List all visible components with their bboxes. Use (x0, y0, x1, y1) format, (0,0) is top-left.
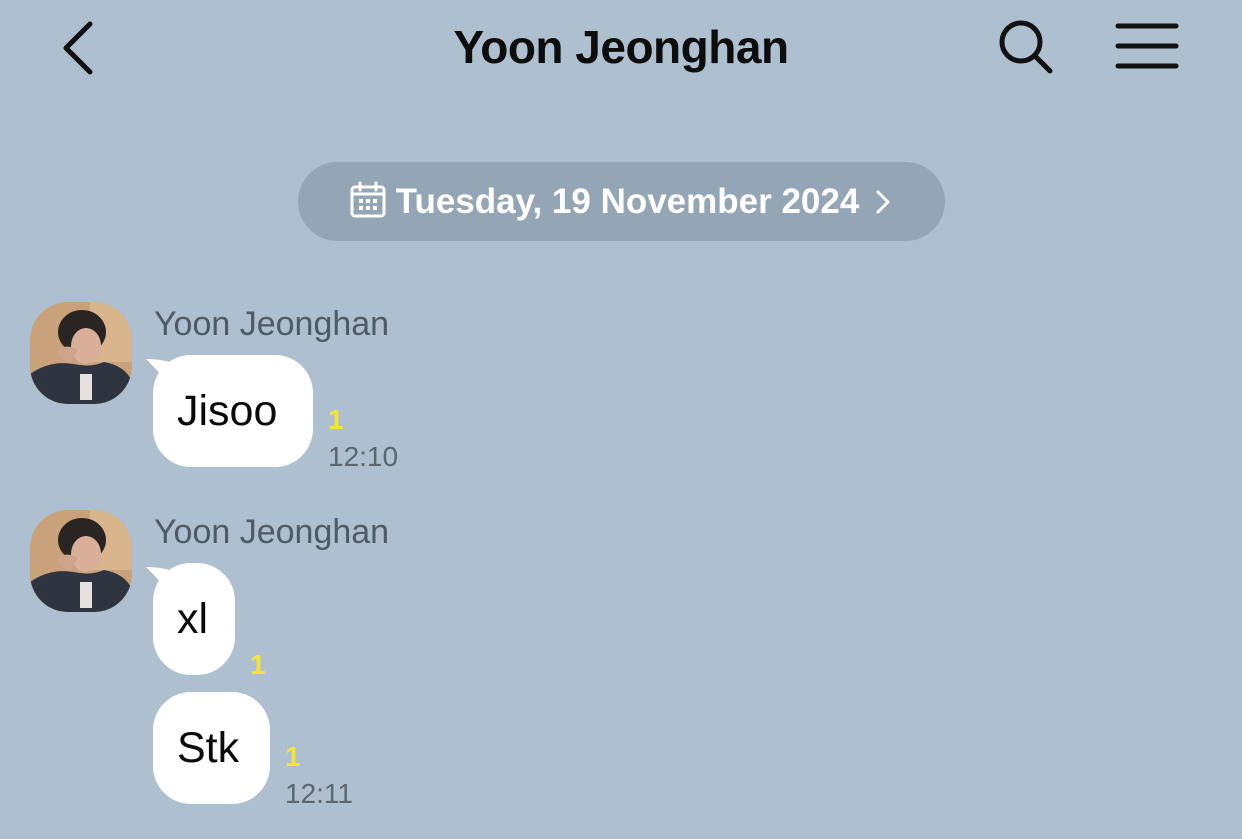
menu-button[interactable] (1114, 20, 1180, 72)
search-icon (999, 20, 1053, 74)
unread-count: 1 (250, 649, 266, 680)
profile-photo-icon (30, 510, 132, 612)
hamburger-menu-icon (1115, 23, 1179, 69)
date-divider-label: Tuesday, 19 November 2024 (395, 181, 860, 221)
avatar[interactable] (30, 302, 132, 404)
sender-name: Yoon Jeonghan (154, 513, 390, 551)
message-text: Stk (177, 723, 240, 772)
chevron-right-icon (876, 190, 890, 213)
chat-header: Yoon Jeonghan (0, 0, 1242, 100)
message-time: 12:10 (328, 441, 399, 472)
calendar-icon (350, 181, 386, 217)
date-divider[interactable]: Tuesday, 19 November 2024 (298, 162, 945, 241)
avatar[interactable] (30, 510, 132, 612)
unread-count: 1 (285, 741, 301, 772)
message-text: xl (177, 594, 209, 643)
message-bubble[interactable]: Jisoo (153, 355, 313, 467)
profile-photo-icon (30, 302, 132, 404)
message-text: Jisoo (177, 386, 278, 435)
search-button[interactable] (996, 18, 1056, 76)
message-bubble[interactable]: xl (153, 563, 235, 675)
unread-count: 1 (328, 404, 344, 435)
sender-name: Yoon Jeonghan (154, 305, 390, 343)
message-time: 12:11 (285, 778, 353, 809)
message-bubble[interactable]: Stk (153, 692, 270, 804)
